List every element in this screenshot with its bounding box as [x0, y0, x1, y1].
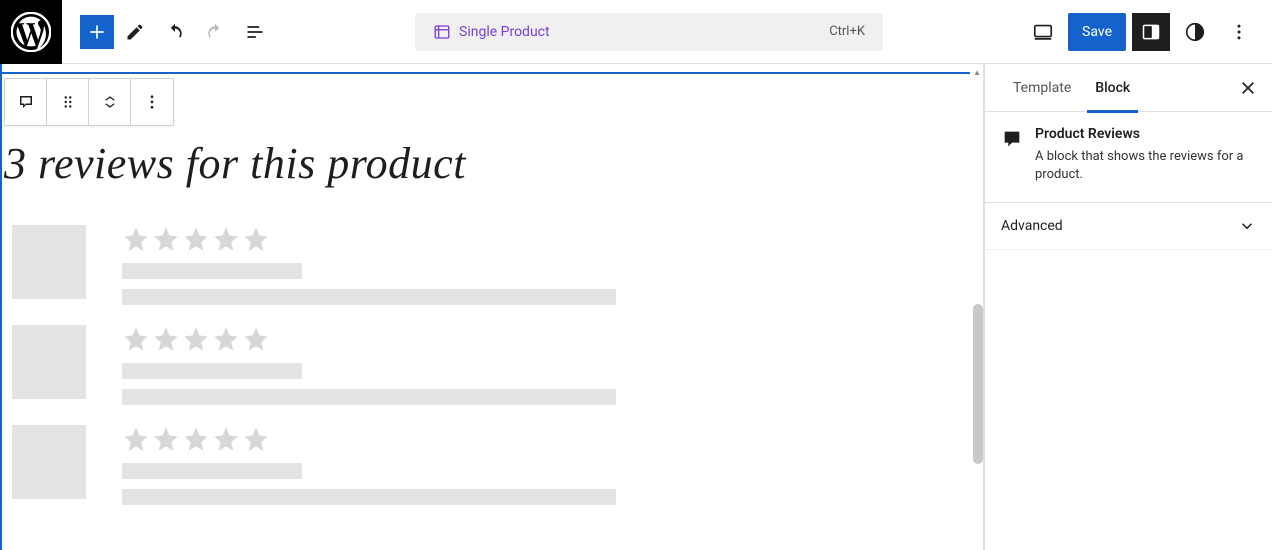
sidebar-tabs: Template Block [985, 64, 1272, 112]
left-toolbar [62, 13, 274, 51]
panel-advanced-label: Advanced [1001, 218, 1063, 234]
block-selection-outline [0, 64, 970, 550]
document-title: Single Product [433, 23, 550, 41]
block-type-icon[interactable] [5, 79, 47, 125]
editor-topbar: Single Product Ctrl+K Save [0, 0, 1272, 64]
drag-handle-icon[interactable] [47, 79, 89, 125]
block-selection-top [0, 72, 970, 74]
block-info: Product Reviews A block that shows the r… [985, 112, 1272, 203]
center-toolbar: Single Product Ctrl+K [274, 13, 1024, 51]
chevron-down-icon[interactable] [103, 102, 117, 110]
move-up-down[interactable] [89, 79, 131, 125]
block-info-desc: A block that shows the reviews for a pro… [1035, 148, 1256, 184]
tab-template[interactable]: Template [1001, 64, 1083, 112]
shortcut-hint: Ctrl+K [829, 24, 865, 39]
tab-block[interactable]: Block [1083, 64, 1142, 112]
undo-button[interactable] [156, 13, 194, 51]
save-label: Save [1082, 24, 1112, 40]
panel-advanced[interactable]: Advanced [985, 203, 1272, 250]
block-toolbar [4, 78, 174, 126]
block-more-options[interactable] [131, 79, 173, 125]
settings-sidebar: Template Block Product Reviews A block t… [984, 64, 1272, 550]
wordpress-logo[interactable] [0, 0, 62, 64]
chevron-up-icon[interactable] [103, 94, 117, 102]
save-button[interactable]: Save [1068, 13, 1126, 51]
list-view-icon[interactable] [236, 13, 274, 51]
more-options-icon[interactable] [1220, 13, 1258, 51]
scrollbar-thumb[interactable] [973, 304, 983, 464]
sidebar-toggle-button[interactable] [1132, 13, 1170, 51]
scroll-up-arrow[interactable]: ▲ [973, 68, 981, 77]
block-info-title: Product Reviews [1035, 126, 1256, 142]
edit-tool-icon[interactable] [116, 13, 154, 51]
document-title-text: Single Product [459, 24, 550, 40]
product-reviews-icon [1001, 128, 1023, 150]
editor-canvas[interactable]: ▲ 3 reviews for th [0, 64, 984, 550]
styles-icon[interactable] [1176, 13, 1214, 51]
view-desktop-icon[interactable] [1024, 13, 1062, 51]
main-area: ▲ 3 reviews for th [0, 64, 1272, 550]
document-bar[interactable]: Single Product Ctrl+K [415, 13, 883, 51]
redo-button[interactable] [196, 13, 234, 51]
add-block-button[interactable] [80, 15, 114, 49]
chevron-down-icon [1238, 217, 1256, 235]
right-toolbar: Save [1024, 13, 1272, 51]
close-sidebar-button[interactable] [1232, 72, 1264, 104]
